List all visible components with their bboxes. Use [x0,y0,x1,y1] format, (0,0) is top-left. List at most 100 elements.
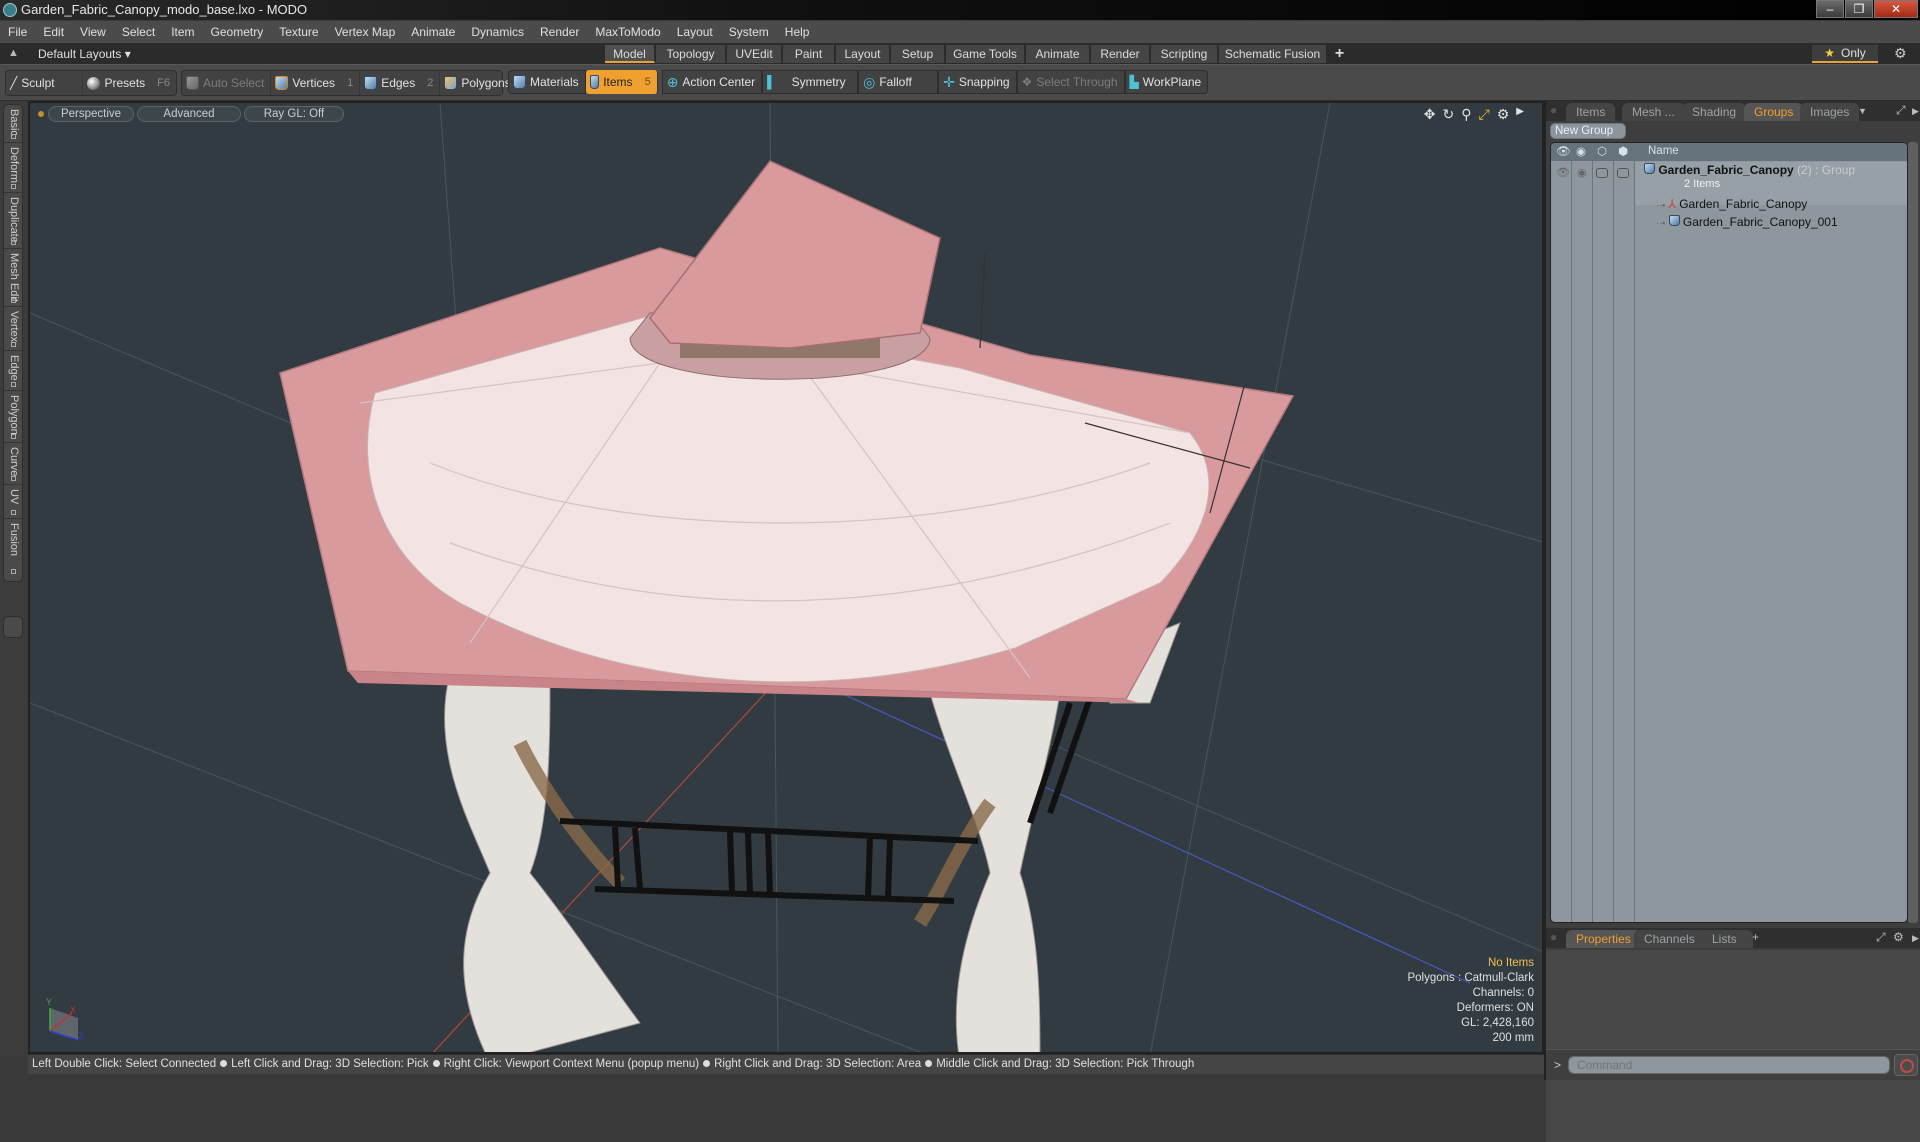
items-button[interactable]: Items 5 [585,70,658,94]
panel-arrow-icon[interactable]: ▶ [1912,933,1919,944]
group-lock-checkbox[interactable] [1596,168,1608,178]
panel-maximize-icon[interactable]: ⤢ [1896,103,1906,118]
tool-tab-basic[interactable]: Basic [4,105,24,143]
default-layouts-dropdown[interactable]: Default Layouts ▾ [38,46,131,62]
only-toggle-button[interactable]: ★ Only [1812,45,1878,63]
sculpt-button[interactable]: ╱ Sculpt [6,71,84,95]
falloff-button[interactable]: ◎ Falloff [858,70,939,94]
tab-lists[interactable]: Lists [1696,930,1753,948]
select-through-button[interactable]: ❖ Select Through [1016,70,1125,94]
action-center-button[interactable]: ⊕ Action Center [661,70,763,94]
menu-texture[interactable]: Texture [271,21,326,44]
command-input[interactable] [1568,1056,1890,1074]
zoom-magnifier-icon[interactable]: ⚲ [1461,106,1471,123]
tab-properties[interactable]: Properties [1566,930,1641,948]
symmetry-button[interactable]: ▌ Symmetry [762,70,859,94]
tab-mesh[interactable]: Mesh ... [1622,103,1685,121]
perspective-view-dropdown[interactable]: Perspective [48,106,134,122]
tab-channels[interactable]: Channels [1634,930,1705,948]
menu-system[interactable]: System [721,21,777,44]
menu-file[interactable]: File [0,21,35,44]
panel-arrow-icon[interactable]: ▶ [1912,106,1919,117]
menu-edit[interactable]: Edit [35,21,72,44]
minimize-button[interactable]: – [1816,0,1844,18]
auto-select-button[interactable]: Auto Select [182,71,272,95]
tab-images[interactable]: Images [1800,103,1860,121]
edges-button[interactable]: Edges 2 [360,71,441,95]
tab-paint[interactable]: Paint [783,45,835,63]
tool-tab-duplicate[interactable]: Duplicate [4,193,24,249]
vertices-button[interactable]: Vertices 1 [271,71,361,95]
close-button[interactable]: ✕ [1874,0,1918,18]
tab-schematic-fusion[interactable]: Schematic Fusion [1219,45,1327,63]
column-name[interactable]: Name [1648,145,1679,157]
menu-item[interactable]: Item [163,21,202,44]
fit-maximize-icon[interactable]: ⤢ [1479,106,1490,123]
group-select-checkbox[interactable] [1617,168,1629,178]
panel-maximize-icon[interactable]: ⤢ [1876,930,1886,945]
menu-maxtomodo[interactable]: MaxToModo [587,21,668,44]
tab-items[interactable]: Items [1566,103,1616,121]
add-layout-tab-button[interactable]: + [1328,45,1352,63]
tab-layout[interactable]: Layout [836,45,890,63]
gear-icon[interactable]: ⚙ [1894,45,1907,62]
tab-uvedit[interactable]: UVEdit [727,45,782,63]
tool-tab-vertex[interactable]: Vertex [4,307,24,351]
tabs-overflow-chevron-icon[interactable]: ▼ [1858,106,1867,116]
tool-tab-deform[interactable]: Deform [4,143,24,193]
presets-button[interactable]: Presets F6 [83,71,176,95]
group-row[interactable]: Garden_Fabric_Canopy (2) : Group [1644,163,1855,177]
tool-tab-uv[interactable]: UV [4,485,24,519]
panel-gear-icon[interactable]: ⚙ [1893,930,1904,944]
panel-dot-icon[interactable]: ● [1550,103,1557,117]
menu-layout[interactable]: Layout [669,21,721,44]
menu-vertex-map[interactable]: Vertex Map [327,21,404,44]
tab-game-tools[interactable]: Game Tools [946,45,1025,63]
lock-cube-icon[interactable]: ⬡ [1597,144,1607,158]
group-render-icon[interactable]: ◉ [1577,166,1587,179]
layout-up-arrow-icon[interactable]: ▲ [8,47,19,59]
menu-select[interactable]: Select [114,21,163,44]
3d-viewport[interactable]: Y X Z Perspective Advanced Ray GL: Off ✥… [28,101,1544,1054]
list-item[interactable]: ··▪ ⅄ Garden_Fabric_Canopy [1656,197,1807,211]
pan-move-icon[interactable]: ✥ [1424,106,1436,123]
tab-groups[interactable]: Groups [1744,103,1804,121]
tab-model[interactable]: Model [605,45,655,63]
snapping-button[interactable]: ✛ Snapping [938,70,1017,94]
list-item[interactable]: ··▪ Garden_Fabric_Canopy_001 [1656,215,1838,229]
render-camera-icon[interactable]: ◉ [1576,144,1586,158]
tab-topology[interactable]: Topology [656,45,726,63]
restore-button[interactable]: ❐ [1845,0,1873,18]
menu-geometry[interactable]: Geometry [203,21,272,44]
panel-dot-icon[interactable]: ● [1550,930,1557,944]
new-group-button[interactable]: New Group [1550,123,1626,139]
select-cube-icon[interactable]: ⬢ [1618,144,1628,158]
tab-render[interactable]: Render [1091,45,1150,63]
tab-scripting[interactable]: Scripting [1151,45,1218,63]
command-history-button[interactable] [1894,1054,1918,1076]
ray-gl-toggle[interactable]: Ray GL: Off [244,106,344,122]
shading-mode-dropdown[interactable]: Advanced [137,106,241,122]
rotate-icon[interactable]: ↻ [1443,106,1455,123]
materials-button[interactable]: Materials [508,70,586,94]
menu-animate[interactable]: Animate [403,21,463,44]
visibility-eye-icon[interactable]: 👁 [1556,144,1571,158]
viewport-gear-icon[interactable]: ⚙ [1497,106,1510,123]
menu-view[interactable]: View [72,21,114,44]
menu-dynamics[interactable]: Dynamics [463,21,532,44]
group-visibility-eye-icon[interactable]: 👁 [1556,166,1570,179]
tab-animate[interactable]: Animate [1026,45,1090,63]
tool-tab-polygon[interactable]: Polygon [4,391,24,443]
tool-tab-edge[interactable]: Edge [4,351,24,391]
viewport-expand-arrow-icon[interactable]: ▶ [1516,106,1524,123]
polygons-button[interactable]: Polygons [440,71,516,95]
tool-tab-curve[interactable]: Curve [4,443,24,485]
viewport-menu-dot[interactable] [38,111,44,117]
tab-setup[interactable]: Setup [891,45,945,63]
tool-tab-fusion[interactable]: Fusion [4,519,24,577]
workplane-button[interactable]: ▙ WorkPlane [1124,70,1209,94]
tab-shading[interactable]: Shading [1682,103,1747,121]
add-tab-button[interactable]: + [1752,930,1759,944]
menu-help[interactable]: Help [777,21,818,44]
menu-render[interactable]: Render [532,21,587,44]
